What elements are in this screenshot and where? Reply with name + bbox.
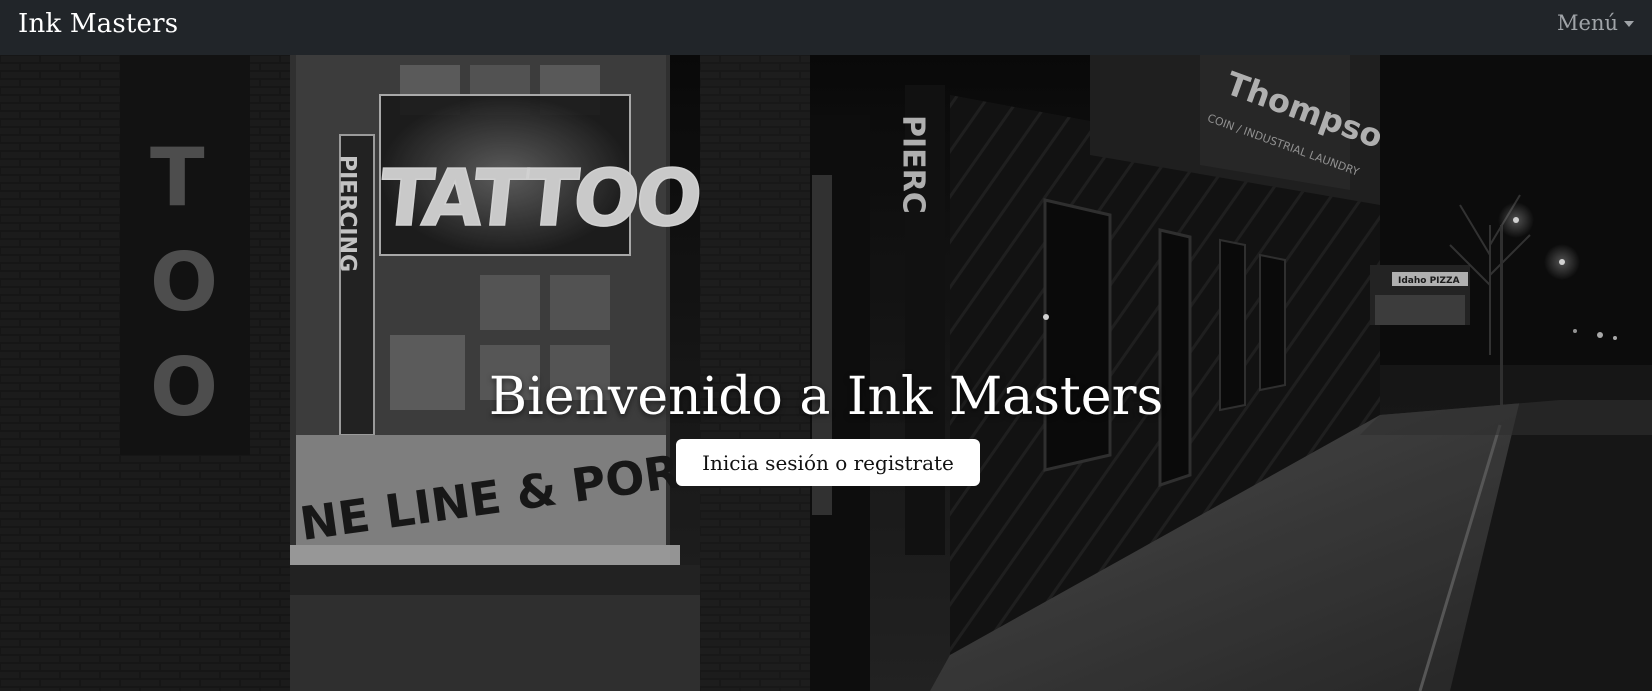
- hero-section: T O O TATTOO PIERCING NE LINE & PORTRAIT…: [0, 55, 1652, 691]
- menu-label: Menú: [1557, 10, 1618, 35]
- login-register-button[interactable]: Inicia sesión o registrate: [676, 439, 980, 486]
- hero-content: Bienvenido a Ink Masters Inicia sesión o…: [0, 55, 1652, 691]
- hero-title: Bienvenido a Ink Masters: [488, 367, 1164, 427]
- top-navbar: Ink Masters Menú: [0, 0, 1652, 55]
- caret-down-icon: [1624, 21, 1634, 27]
- brand-logo-link[interactable]: Ink Masters: [18, 9, 178, 39]
- menu-dropdown-toggle[interactable]: Menú: [1557, 11, 1634, 35]
